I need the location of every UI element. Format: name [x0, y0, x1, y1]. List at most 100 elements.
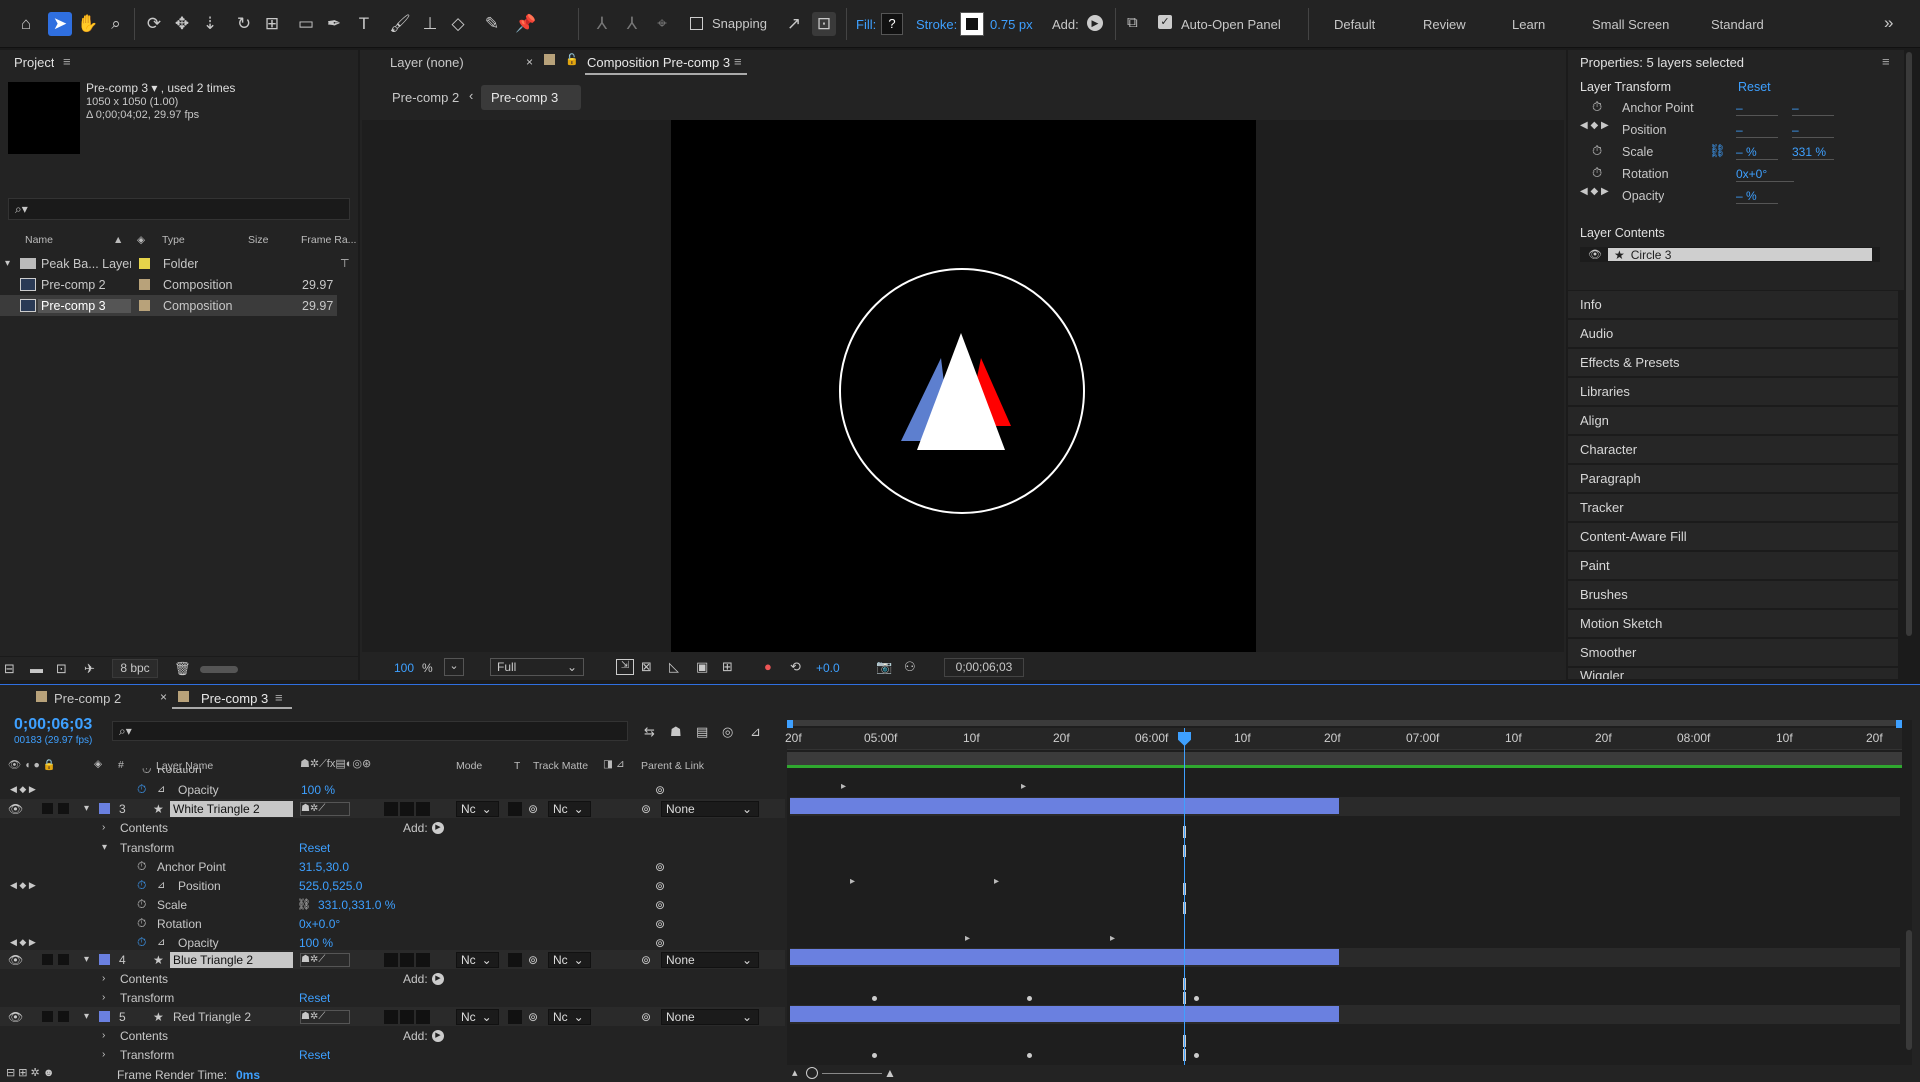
layer-bar-red-triangle[interactable]	[790, 1006, 1339, 1022]
chevron-down-icon[interactable]: ▾	[102, 842, 107, 853]
chevron-down-icon[interactable]: ▾	[84, 954, 89, 965]
snapshot-camera-icon[interactable]: 📷	[876, 659, 892, 675]
motion-blur-icon[interactable]: ◎	[722, 724, 733, 740]
prop-position-y[interactable]: –	[1792, 123, 1834, 138]
stopwatch-active-icon[interactable]: ⏱	[137, 878, 146, 893]
eye-icon[interactable]: 👁	[8, 953, 23, 967]
project-tab[interactable]: Project	[14, 55, 54, 70]
project-item-folder[interactable]: ▾ Peak Ba... Layers Folder ⊤	[0, 253, 350, 274]
panel-motion-sketch[interactable]: Motion Sketch	[1568, 610, 1898, 638]
puppet-pin-tool-icon[interactable]: 📌	[514, 12, 538, 36]
lock-box[interactable]	[58, 803, 69, 814]
prop-anchor-x[interactable]: –	[1736, 101, 1778, 116]
new-composition-icon[interactable]: ⊡	[56, 661, 67, 677]
opacity-value[interactable]: 100 %	[301, 783, 335, 797]
row-contents[interactable]: › Contents Add: ▶	[0, 969, 785, 988]
new-folder-icon[interactable]: ▬	[30, 661, 43, 676]
track-matte-dropdown[interactable]: Nc ⌄	[548, 800, 591, 817]
rotation-tool-icon[interactable]: ↻	[232, 12, 256, 36]
row-transform[interactable]: › Transform Reset	[0, 1045, 785, 1064]
panel-smoother[interactable]: Smoother	[1568, 639, 1898, 667]
panel-info[interactable]: Info	[1568, 291, 1898, 319]
add-play-icon[interactable]: ▶	[432, 821, 444, 834]
layer-row-red-triangle[interactable]: 👁 ▾ 5 ★ Red Triangle 2 ☗✲⟋ Nc ⌄ ⊚ Nc ⌄ ⊚ N…	[0, 1007, 785, 1026]
zoom-out-icon[interactable]: ▴	[792, 1066, 798, 1079]
lock-box[interactable]	[58, 1011, 69, 1022]
switch-box[interactable]	[416, 1009, 430, 1024]
stopwatch-icon[interactable]: ⏱	[1592, 143, 1602, 159]
breadcrumb-precomp2[interactable]: Pre-comp 2	[392, 90, 459, 105]
pickwhip-icon[interactable]: ⊚	[655, 783, 665, 797]
footer-switch-icons[interactable]: ⊟ ⊞ ✲ ☻	[6, 1066, 54, 1079]
solo-box[interactable]	[42, 1011, 53, 1022]
axis-local-icon[interactable]: ⅄	[590, 12, 614, 36]
reset-exposure-icon[interactable]: ⟲	[790, 659, 801, 675]
chevron-right-icon[interactable]: ›	[102, 992, 105, 1003]
label-color-swatch[interactable]	[99, 803, 110, 814]
chevron-right-icon[interactable]: ›	[102, 1030, 105, 1041]
prop-position-x[interactable]: –	[1736, 123, 1778, 138]
selection-tool-icon[interactable]: ➤	[48, 12, 72, 36]
roto-brush-tool-icon[interactable]: ✎	[480, 12, 504, 36]
close-tab-icon[interactable]: ×	[526, 55, 533, 69]
axis-view-icon[interactable]: ⌖	[650, 12, 674, 36]
bit-depth-button[interactable]: 8 bpc	[112, 659, 158, 678]
stroke-label[interactable]: Stroke:	[916, 17, 957, 32]
pickwhip-icon[interactable]: ⊚	[655, 898, 665, 912]
switch-box[interactable]	[384, 801, 398, 816]
auto-open-checkbox[interactable]: ✓	[1158, 15, 1172, 29]
project-item-precomp3[interactable]: Pre-comp 3 Composition 29.97	[0, 295, 337, 316]
column-name[interactable]: Name	[25, 234, 53, 246]
layer-row-blue-triangle[interactable]: 👁 ▾ 4 ★ Blue Triangle 2 ☗✲⟋ Nc ⌄ ⊚ Nc ⌄ ⊚ …	[0, 950, 785, 969]
constrain-link-icon[interactable]: ⛓	[297, 898, 311, 911]
work-area-bar[interactable]	[787, 720, 1902, 726]
pickwhip-icon[interactable]: ⊚	[655, 936, 665, 950]
content-item-circle[interactable]: ★ Circle 3	[1608, 248, 1872, 261]
rotation-value[interactable]: 0x+0.0°	[299, 917, 340, 931]
layer-bar-blue-triangle[interactable]	[790, 949, 1339, 965]
workspace-overflow-icon[interactable]: »	[1884, 13, 1893, 33]
stroke-swatch[interactable]	[960, 12, 984, 36]
prop-scale-y[interactable]: 331 %	[1792, 145, 1834, 160]
prop-opacity-value[interactable]: – %	[1736, 189, 1778, 204]
snap-grid-icon[interactable]: ⊡	[812, 12, 836, 36]
mode-dropdown[interactable]: Nc ⌄	[456, 1008, 499, 1025]
panel-brushes[interactable]: Brushes	[1568, 581, 1898, 609]
panel-libraries[interactable]: Libraries	[1568, 378, 1898, 406]
layer-switches[interactable]: ☗✲⟋	[300, 952, 350, 967]
adjust-settings-icon[interactable]: ✈	[84, 661, 95, 677]
prop-rotation-value[interactable]: 0x+0°	[1736, 167, 1794, 182]
switch-box[interactable]	[416, 801, 430, 816]
parent-pickwhip-icon[interactable]: ⊚	[641, 1010, 651, 1024]
zoom-tool-icon[interactable]: ⌕	[104, 12, 128, 36]
solo-box[interactable]	[42, 954, 53, 965]
thumbnail-size-slider[interactable]	[200, 666, 238, 673]
transform-reset-link[interactable]: Reset	[299, 841, 330, 855]
preserve-transparency-box[interactable]	[508, 1009, 522, 1024]
shy-layers-icon[interactable]: ☗	[670, 724, 682, 740]
graph-icon[interactable]: ⊿	[157, 937, 165, 948]
switch-box[interactable]	[400, 952, 414, 967]
row-contents[interactable]: › Contents Add: ▶	[0, 818, 785, 837]
axis-world-icon[interactable]: ⅄	[620, 12, 644, 36]
mode-dropdown[interactable]: Nc ⌄	[456, 800, 499, 817]
parent-dropdown[interactable]: None ⌄	[661, 951, 759, 968]
switch-box[interactable]	[384, 1009, 398, 1024]
rectangle-tool-icon[interactable]: ▭	[294, 12, 318, 36]
switch-box[interactable]	[400, 1009, 414, 1024]
keyframe-nav-icon[interactable]: ◀ ◆ ▶	[1580, 120, 1609, 131]
timeline-tab-precomp2[interactable]: Pre-comp 2	[54, 691, 121, 706]
track-matte-dropdown[interactable]: Nc ⌄	[548, 951, 591, 968]
pan-behind-tool-icon[interactable]: ⊞	[260, 12, 284, 36]
column-frame-rate[interactable]: Frame Ra...	[301, 234, 356, 246]
properties-menu-icon[interactable]: ≡	[1882, 54, 1890, 69]
stopwatch-icon[interactable]: ⏱	[1592, 99, 1602, 115]
chevron-down-icon[interactable]: ▾	[84, 803, 89, 814]
workspace-standard[interactable]: Standard	[1711, 17, 1764, 32]
show-snapshot-icon[interactable]: ⚇	[904, 659, 916, 675]
type-tool-icon[interactable]: T	[352, 12, 376, 36]
constrain-link-icon[interactable]: ⛓	[1709, 143, 1726, 159]
chevron-right-icon[interactable]: ›	[102, 822, 105, 833]
panel-paint[interactable]: Paint	[1568, 552, 1898, 580]
viewer-canvas[interactable]	[362, 120, 1564, 652]
